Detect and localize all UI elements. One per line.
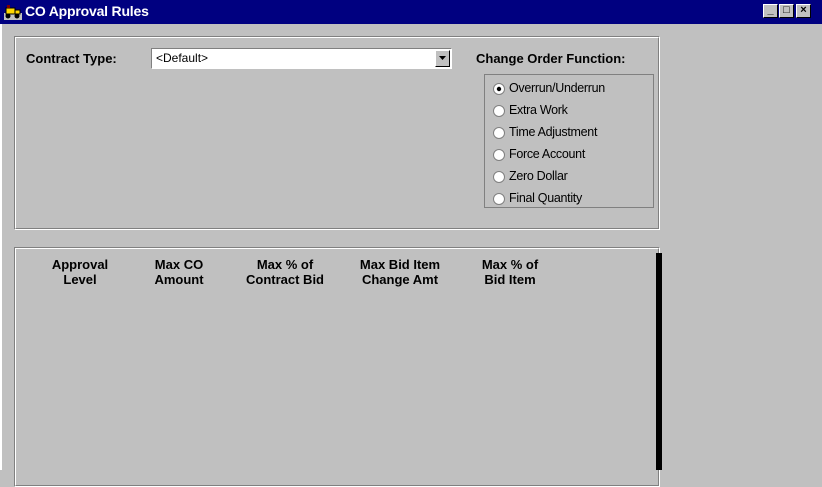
column-header-line: Max % of <box>256 257 314 272</box>
dropdown-button[interactable] <box>435 50 450 67</box>
column-header-max-pct-contract-bid[interactable]: Max % of Contract Bid <box>230 257 340 287</box>
maximize-icon: □ <box>783 4 790 16</box>
column-header-line: Change Amt <box>361 272 439 287</box>
radio-label: Time Adjustment <box>509 125 598 139</box>
radio-selected-icon <box>493 83 505 95</box>
radio-unselected-icon <box>493 171 505 183</box>
radio-force-account[interactable]: Force Account <box>493 146 653 166</box>
column-header-line: Amount <box>154 272 204 287</box>
contract-type-dropdown[interactable]: <Default> <box>151 48 452 69</box>
close-button[interactable]: × <box>796 4 811 18</box>
maximize-button[interactable]: □ <box>779 4 794 18</box>
radio-label: Zero Dollar <box>509 169 568 183</box>
change-order-function-label: Change Order Function: <box>476 51 626 66</box>
change-order-function-group: Overrun/Underrun Extra Work Time Adjustm… <box>484 74 654 208</box>
column-header-max-pct-bid-item[interactable]: Max % of Bid Item <box>462 257 558 287</box>
column-header-max-bid-item-change-amt[interactable]: Max Bid Item Change Amt <box>344 257 456 287</box>
window-title: CO Approval Rules <box>25 3 149 19</box>
radio-overrun-underrun[interactable]: Overrun/Underrun <box>493 80 653 100</box>
column-header-line: Max % of <box>481 257 539 272</box>
radio-final-quantity[interactable]: Final Quantity <box>493 190 653 210</box>
column-header-approval-level[interactable]: Approval Level <box>28 257 132 287</box>
radio-extra-work[interactable]: Extra Work <box>493 102 653 122</box>
radio-label: Extra Work <box>509 103 568 117</box>
column-header-line: Max Bid Item <box>359 257 441 272</box>
radio-time-adjustment[interactable]: Time Adjustment <box>493 124 653 144</box>
contract-type-label: Contract Type: <box>26 51 117 66</box>
app-icon <box>4 4 22 20</box>
radio-unselected-icon <box>493 105 505 117</box>
radio-unselected-icon <box>493 193 505 205</box>
column-header-line: Bid Item <box>484 272 536 287</box>
title-bar: CO Approval Rules _ □ × <box>0 0 822 24</box>
radio-zero-dollar[interactable]: Zero Dollar <box>493 168 653 188</box>
radio-label: Overrun/Underrun <box>509 81 605 95</box>
radio-label: Final Quantity <box>509 191 582 205</box>
minimize-button[interactable]: _ <box>763 4 778 18</box>
minimize-icon: _ <box>767 4 774 16</box>
column-header-line: Level <box>63 272 97 287</box>
column-header-line: Contract Bid <box>246 272 324 287</box>
contract-type-value: <Default> <box>156 51 209 65</box>
grid-right-border <box>656 253 662 470</box>
radio-unselected-icon <box>493 149 505 161</box>
column-header-line: Max CO <box>154 257 204 272</box>
window-left-edge <box>0 24 2 470</box>
close-icon: × <box>800 4 807 16</box>
column-header-max-co-amount[interactable]: Max CO Amount <box>134 257 224 287</box>
chevron-down-icon <box>439 56 446 60</box>
radio-label: Force Account <box>509 147 586 161</box>
column-header-line: Approval <box>51 257 109 272</box>
radio-unselected-icon <box>493 127 505 139</box>
